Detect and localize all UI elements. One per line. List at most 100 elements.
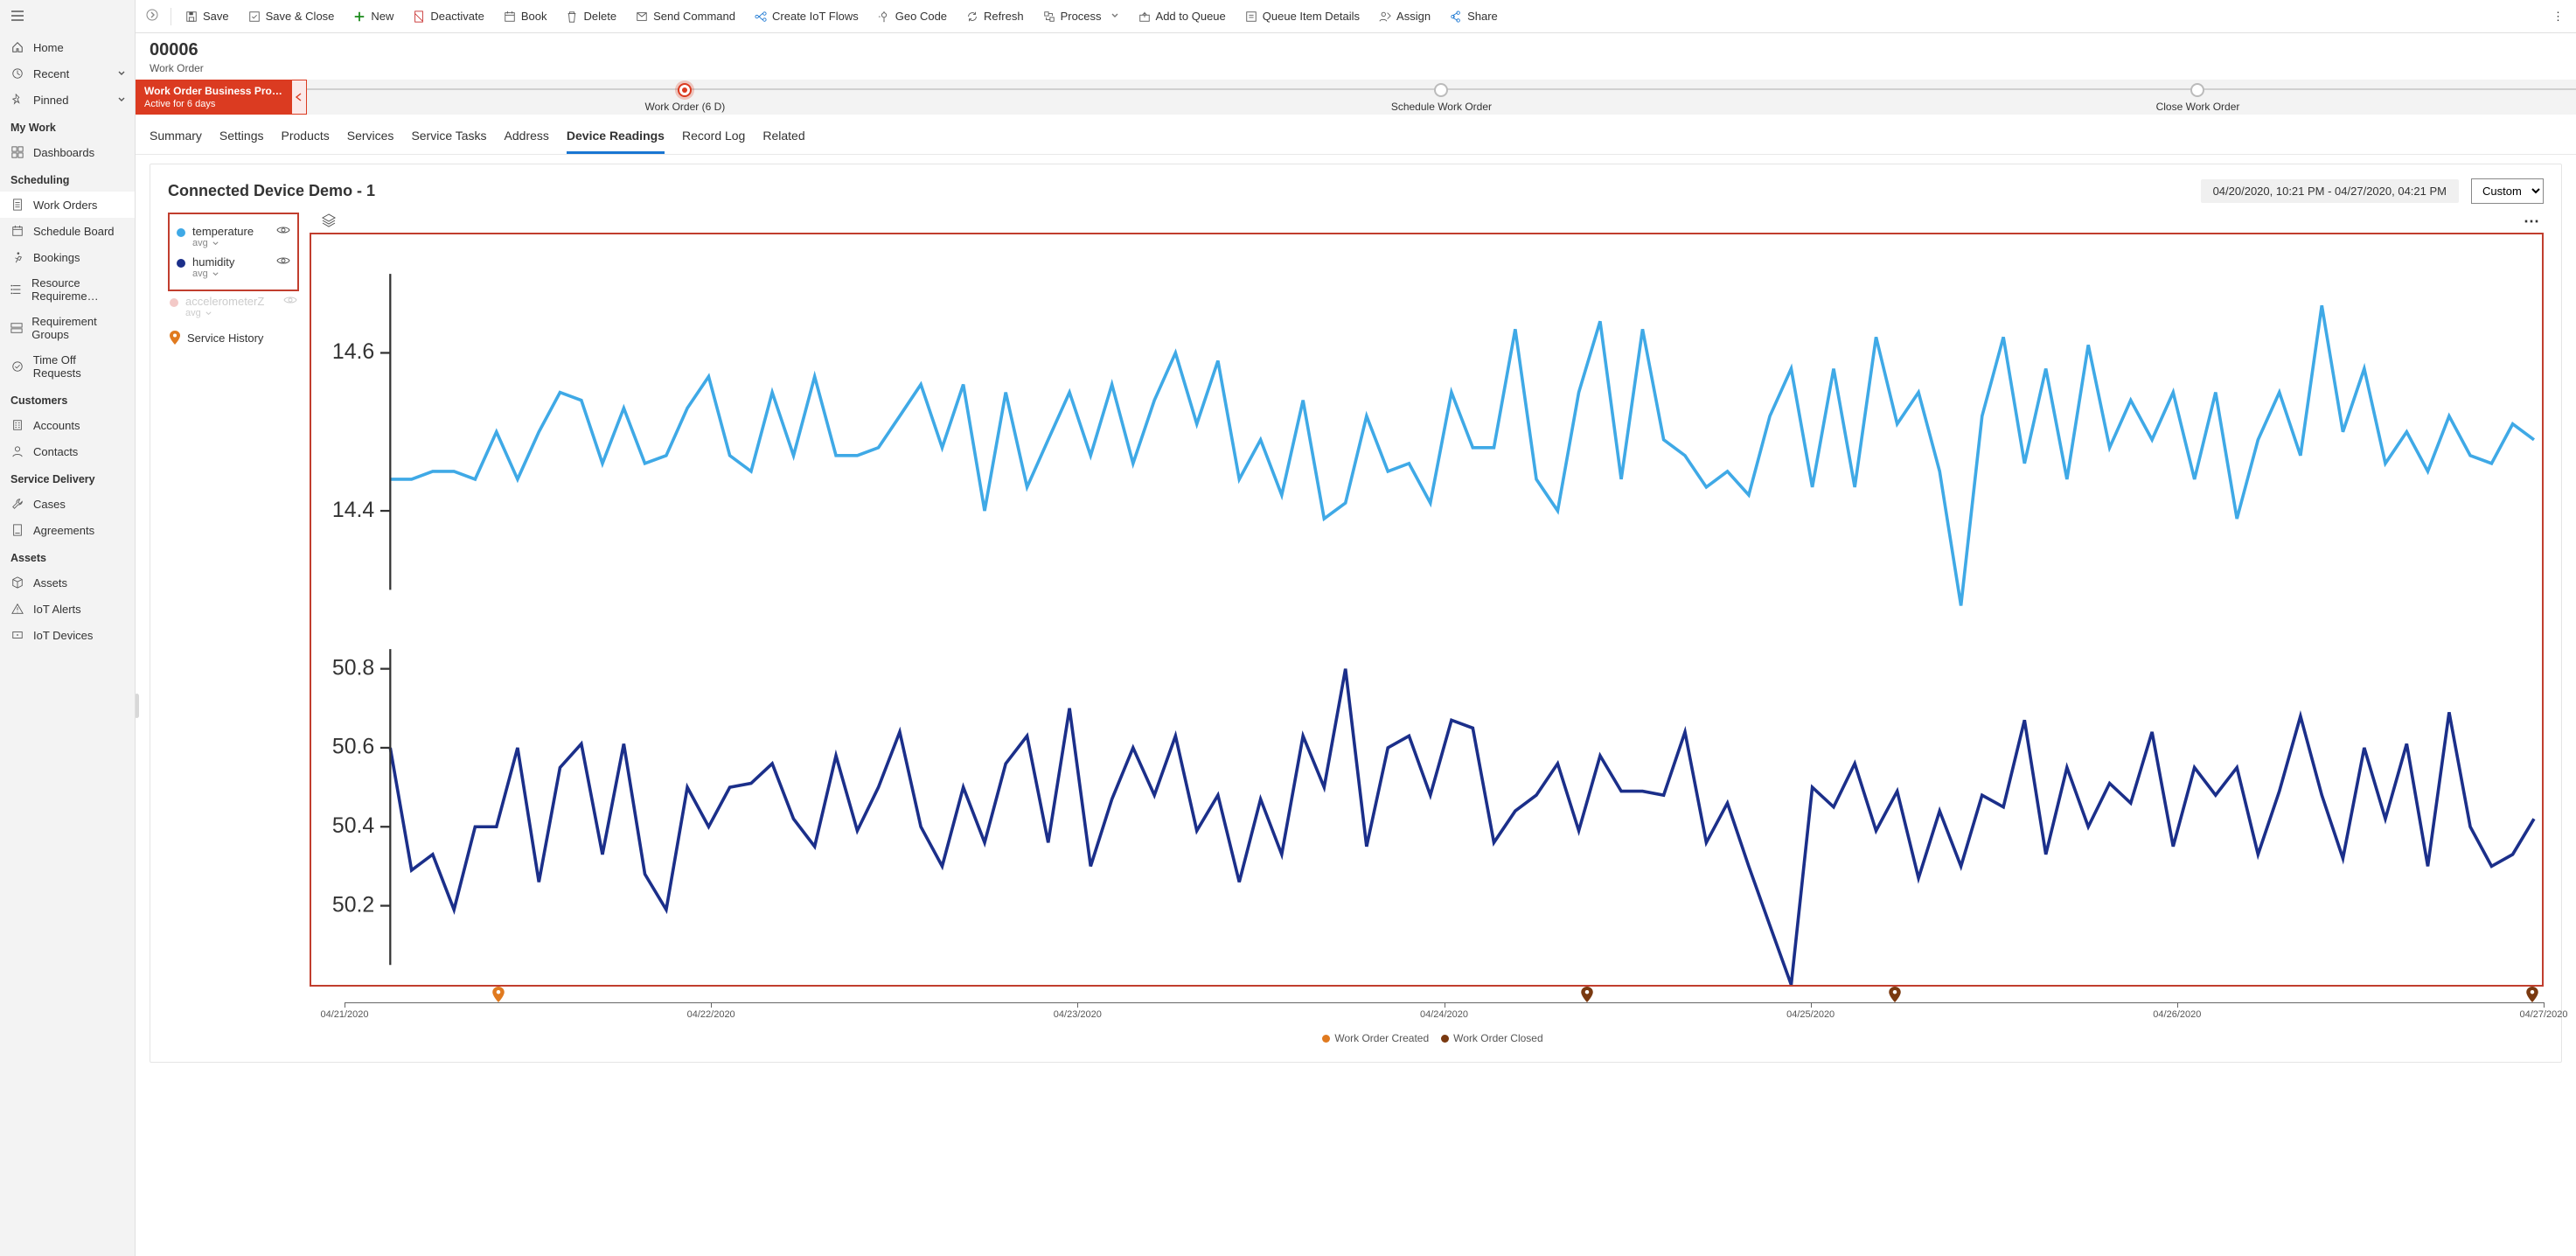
panel-resize-handle[interactable] <box>136 694 139 718</box>
cmd-save[interactable]: Save <box>177 4 238 28</box>
cmd-queue-item-details[interactable]: Queue Item Details <box>1236 4 1368 28</box>
nav-group-scheduling: Scheduling <box>0 165 135 192</box>
nav-group-my-work: My Work <box>0 113 135 139</box>
nav-item-time-off-requests[interactable]: Time Off Requests <box>0 347 135 386</box>
chart-area[interactable]: 14.414.650.250.450.650.8 <box>310 233 2544 987</box>
tab-device-readings[interactable]: Device Readings <box>567 123 665 154</box>
doc2-icon <box>10 523 24 537</box>
cmd-process[interactable]: Process <box>1034 4 1128 28</box>
tab-record-log[interactable]: Record Log <box>682 123 745 154</box>
layers-icon[interactable] <box>313 213 336 230</box>
timeline-tick-label: 04/24/2020 <box>1420 1009 1468 1020</box>
nav-item-agreements[interactable]: Agreements <box>0 517 135 543</box>
tab-services[interactable]: Services <box>347 123 394 154</box>
nav-item-accounts[interactable]: Accounts <box>0 412 135 438</box>
business-process-collapse-button[interactable] <box>291 80 307 115</box>
visibility-toggle-icon[interactable] <box>276 255 290 269</box>
command-bar: SaveSave & CloseNewDeactivateBookDeleteS… <box>136 0 2576 33</box>
process-icon <box>1043 10 1055 23</box>
timeline-event-pin[interactable] <box>1889 987 1901 1002</box>
tab-related[interactable]: Related <box>762 123 804 154</box>
go-forward-icon[interactable] <box>139 3 165 29</box>
saveclose-icon <box>248 10 261 23</box>
timeline-event-pin[interactable] <box>2526 987 2538 1002</box>
nav-pinned[interactable]: Pinned <box>0 87 135 113</box>
alert-icon <box>10 602 24 616</box>
req-icon <box>10 283 23 297</box>
flow-icon <box>755 10 767 23</box>
color-swatch <box>170 298 178 307</box>
svg-text:14.6: 14.6 <box>332 340 374 364</box>
nav-home[interactable]: Home <box>0 34 135 60</box>
chevron-down-icon <box>1110 10 1119 23</box>
nav-group-service-delivery: Service Delivery <box>0 464 135 491</box>
nav-item-work-orders[interactable]: Work Orders <box>0 192 135 218</box>
tab-settings[interactable]: Settings <box>219 123 264 154</box>
nav-recent[interactable]: Recent <box>0 60 135 87</box>
nav-item-resource-requireme-[interactable]: Resource Requireme… <box>0 270 135 309</box>
record-subtitle: Work Order <box>150 62 2562 74</box>
geo-icon <box>878 10 890 23</box>
timeline-tick-label: 04/26/2020 <box>2153 1009 2201 1020</box>
nav-item-assets[interactable]: Assets <box>0 569 135 596</box>
cmd-delete[interactable]: Delete <box>557 4 625 28</box>
cmd-create-iot-flows[interactable]: Create IoT Flows <box>746 4 867 28</box>
date-range-display[interactable]: 04/20/2020, 10:21 PM - 04/27/2020, 04:21… <box>2201 179 2459 203</box>
send-icon <box>636 10 648 23</box>
nav-item-dashboards[interactable]: Dashboards <box>0 139 135 165</box>
cmd-book[interactable]: Book <box>495 4 556 28</box>
tab-service-tasks[interactable]: Service Tasks <box>411 123 486 154</box>
building-icon <box>10 418 24 432</box>
cmd-assign[interactable]: Assign <box>1370 4 1439 28</box>
record-header: 00006 Work Order <box>136 33 2576 80</box>
cmd-refresh[interactable]: Refresh <box>957 4 1033 28</box>
nav-group-customers: Customers <box>0 386 135 412</box>
cmd-send-command[interactable]: Send Command <box>627 4 744 28</box>
cmd-new[interactable]: New <box>345 4 402 28</box>
command-overflow[interactable]: ⋮ <box>2544 4 2573 29</box>
nav-item-schedule-board[interactable]: Schedule Board <box>0 218 135 244</box>
cmd-deactivate[interactable]: Deactivate <box>404 4 492 28</box>
range-select[interactable]: Custom <box>2471 178 2544 204</box>
hamburger-menu-icon[interactable] <box>0 0 135 34</box>
clock-icon <box>10 66 24 80</box>
queue-icon <box>1138 10 1151 23</box>
nav-item-iot-devices[interactable]: IoT Devices <box>0 622 135 648</box>
timeline-event-pin[interactable] <box>1581 987 1593 1002</box>
timeline-event-pin[interactable] <box>492 987 505 1002</box>
legend-item-accelerometerZ[interactable]: accelerometerZ avg <box>168 291 299 322</box>
bp-stage[interactable]: Schedule Work Order <box>1063 81 1820 113</box>
service-history-toggle[interactable]: Service History <box>168 322 299 346</box>
tab-address[interactable]: Address <box>505 123 549 154</box>
timeline-tick-label: 04/21/2020 <box>320 1009 368 1020</box>
nav-item-cases[interactable]: Cases <box>0 491 135 517</box>
svg-text:50.2: 50.2 <box>332 893 374 917</box>
cmd-geo-code[interactable]: Geo Code <box>869 4 956 28</box>
chevron-down-icon <box>117 67 126 80</box>
bp-stage[interactable]: Close Work Order <box>1820 81 2576 113</box>
svg-text:50.6: 50.6 <box>332 736 374 759</box>
chart-more-icon[interactable]: ⋯ <box>2524 213 2540 231</box>
home-icon <box>10 40 24 54</box>
record-title: 00006 <box>150 40 2562 60</box>
tab-products[interactable]: Products <box>282 123 330 154</box>
cmd-share[interactable]: Share <box>1441 4 1507 28</box>
bp-stage[interactable]: Work Order (6 D) <box>307 81 1063 113</box>
legend-item-humidity[interactable]: humidity avg <box>175 252 292 283</box>
person-icon <box>10 444 24 458</box>
panel-title: Connected Device Demo - 1 <box>168 182 375 200</box>
tab-summary[interactable]: Summary <box>150 123 202 154</box>
nav-item-requirement-groups[interactable]: Requirement Groups <box>0 309 135 347</box>
cmd-add-to-queue[interactable]: Add to Queue <box>1130 4 1235 28</box>
business-process-active-stage[interactable]: Work Order Business Pro… Active for 6 da… <box>136 80 291 115</box>
nav-item-contacts[interactable]: Contacts <box>0 438 135 464</box>
visibility-toggle-icon[interactable] <box>283 295 297 308</box>
save-icon <box>185 10 198 23</box>
event-legend: Work Order CreatedWork Order Closed <box>310 1025 2544 1044</box>
nav-item-bookings[interactable]: Bookings <box>0 244 135 270</box>
legend-item-temperature[interactable]: temperature avg <box>175 221 292 252</box>
visibility-toggle-icon[interactable] <box>276 225 290 238</box>
event-legend-item: Work Order Created <box>1310 1032 1429 1044</box>
cmd-save-close[interactable]: Save & Close <box>240 4 344 28</box>
nav-item-iot-alerts[interactable]: IoT Alerts <box>0 596 135 622</box>
